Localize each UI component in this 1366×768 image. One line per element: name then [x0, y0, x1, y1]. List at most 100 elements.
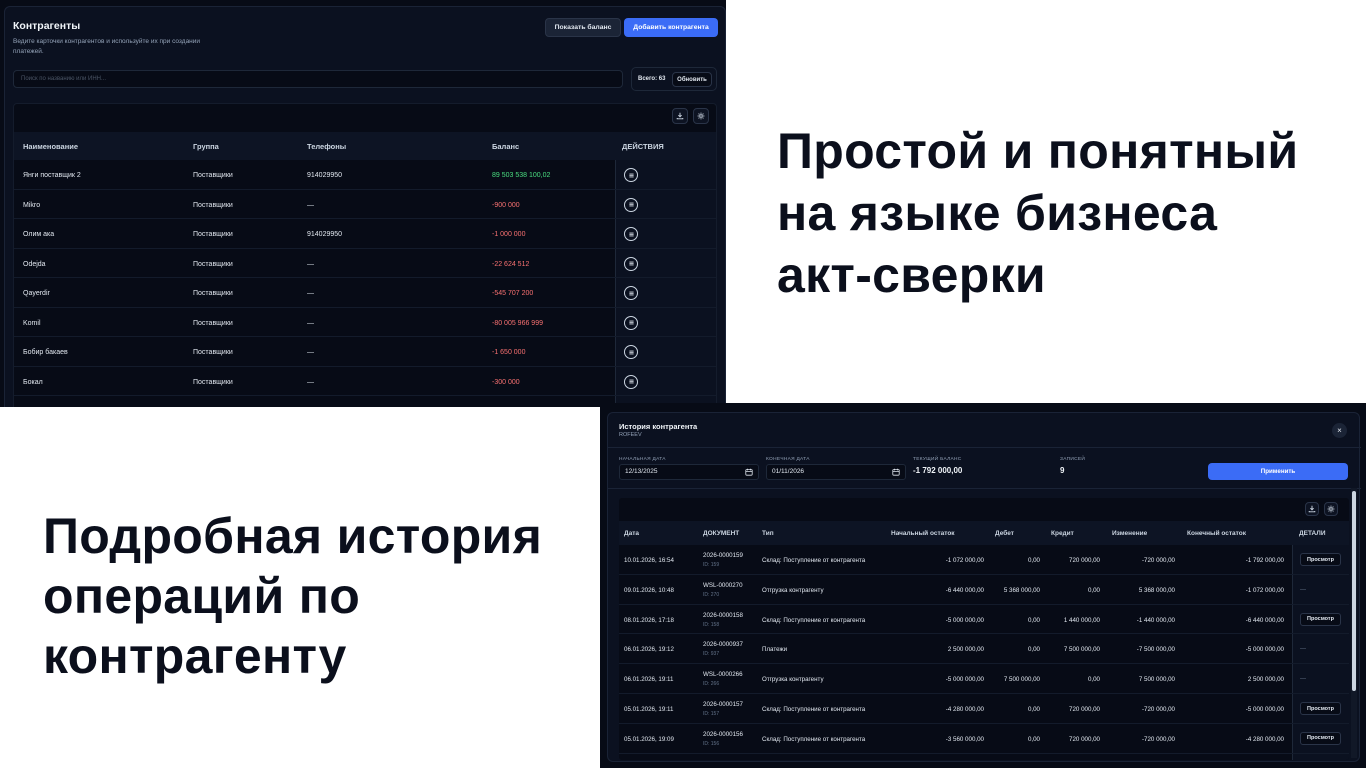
change-value: -720 000,00 — [1141, 735, 1175, 743]
document-number[interactable]: 2026-0000159 — [703, 552, 743, 559]
document-number[interactable]: WSL-0000270 — [703, 582, 743, 589]
view-button[interactable]: Просмотр — [1300, 702, 1341, 715]
change-value: 7 500 000,00 — [1138, 676, 1175, 684]
operation-type: Склад: Поступление от контрагента — [762, 616, 866, 624]
counterparties-table: Наименование Группа Телефоны Баланс ДЕЙС… — [13, 103, 717, 407]
column-header[interactable]: Телефоны — [307, 142, 346, 151]
apply-button[interactable]: Применить — [1208, 463, 1348, 480]
counterparty-name[interactable]: Qayerdir — [23, 290, 50, 297]
table-row[interactable]: 06.01.2026, 19:11 WSL-0000266 ID: 266 Отгру… — [619, 664, 1349, 694]
table-row[interactable]: Komil Поставщики — -80 005 966 999 — [14, 308, 716, 337]
counterparty-phone: 914029950 — [307, 172, 343, 179]
end-balance: -1 072 000,00 — [1245, 586, 1284, 594]
view-button[interactable]: Просмотр — [1300, 553, 1341, 566]
column-header[interactable]: Наименование — [23, 142, 78, 151]
column-header[interactable]: Начальный остаток — [891, 530, 955, 537]
table-row[interactable]: 05.01.2026, 19:11 2026-0000157 ID: 157 Скла… — [619, 694, 1349, 724]
change-value: -1 440 000,00 — [1136, 616, 1175, 624]
table-row[interactable]: 06.01.2026, 19:12 2026-0000937 ID: 937 Плат… — [619, 634, 1349, 665]
menu-icon[interactable] — [624, 197, 638, 212]
gear-icon[interactable] — [1324, 502, 1338, 516]
view-button[interactable]: Просмотр — [1300, 731, 1341, 745]
counterparty-name[interactable]: Олим ака — [23, 231, 54, 238]
counterparty-group: Поставщики — [193, 231, 233, 238]
table-row[interactable]: Odejda Поставщики — -22 624 512 — [14, 249, 716, 278]
operation-type: Отгрузка контрагенту — [762, 586, 824, 594]
row-date: 05.01.2026, 19:09 — [624, 735, 674, 743]
current-balance-value: -1 792 000,00 — [913, 466, 963, 475]
scrollbar-thumb[interactable] — [1352, 491, 1356, 691]
table-row[interactable]: Бокал Поставщики — -300 000 — [14, 367, 716, 396]
menu-icon[interactable] — [624, 315, 638, 330]
empty-details: — — [1300, 586, 1306, 593]
column-header[interactable]: ДОКУМЕНТ — [703, 530, 739, 537]
document-id: ID: 937 — [703, 651, 720, 658]
records-label: ЗАПИСЕЙ — [1060, 457, 1086, 462]
counterparty-phone: — — [307, 290, 314, 297]
column-header[interactable]: Конечный остаток — [1187, 530, 1246, 537]
document-number[interactable]: 2026-0000937 — [703, 641, 743, 648]
row-date: 05.01.2026, 19:11 — [624, 706, 674, 713]
document-number[interactable]: WSL-0000266 — [703, 671, 743, 678]
credit-value: 720 000,00 — [1069, 735, 1100, 743]
view-button[interactable]: Просмотр — [1300, 612, 1341, 626]
refresh-button[interactable]: Обновить — [672, 72, 712, 87]
table-row[interactable]: 09.01.2026, 10:48 WSL-0000270 ID: 270 Отгру… — [619, 575, 1349, 605]
document-number[interactable]: 2026-0000157 — [703, 701, 743, 708]
document-number[interactable]: 2026-0000158 — [703, 612, 743, 619]
end-date-label: КОНЕЧНАЯ ДАТА — [766, 457, 810, 462]
show-balance-button[interactable]: Показать баланс — [545, 18, 621, 37]
menu-icon[interactable] — [624, 374, 638, 389]
table-row[interactable]: Mikro Поставщики — -900 000 — [14, 190, 716, 219]
search-input[interactable]: Поиск по названию или ИНН... — [13, 70, 623, 88]
column-header[interactable]: Дата — [624, 530, 639, 537]
column-header[interactable]: Баланс — [492, 142, 519, 151]
table-row[interactable]: Qayerdir Поставщики — -545 707 200 — [14, 278, 716, 308]
counterparty-phone: — — [307, 349, 314, 356]
menu-icon[interactable] — [624, 256, 638, 271]
credit-value: 0,00 — [1087, 586, 1100, 594]
table-row[interactable]: 05.01.2026, 19:09 2026-0000156 ID: 156 Скла… — [619, 724, 1349, 754]
headline-top-right: Простой и понятный на языке бизнеса акт-… — [777, 120, 1298, 306]
counterparty-name[interactable]: Mikro — [23, 202, 40, 209]
table-row[interactable]: 08.01.2026, 17:18 2026-0000158 ID: 158 Скла… — [619, 605, 1349, 635]
document-number[interactable]: 2026-0000156 — [703, 731, 743, 738]
column-header[interactable]: Дебет — [995, 530, 1014, 537]
counterparty-name[interactable]: Бокал — [23, 379, 43, 386]
menu-icon[interactable] — [624, 345, 638, 359]
gear-icon[interactable] — [693, 108, 709, 124]
close-icon[interactable]: × — [1332, 423, 1347, 438]
menu-icon[interactable] — [624, 168, 638, 182]
headline-line: Простой и понятный — [777, 123, 1299, 179]
menu-icon[interactable] — [624, 227, 638, 241]
column-header[interactable]: Изменение — [1112, 530, 1147, 537]
total-box: Всего: 63 Обновить — [631, 67, 717, 91]
change-value: -7 500 000,00 — [1136, 646, 1175, 654]
table-row[interactable]: 10.01.2026, 16:54 2026-0000159 ID: 159 Скла… — [619, 545, 1349, 575]
headline-line: контрагенту — [43, 628, 347, 684]
column-header[interactable]: Кредит — [1051, 530, 1074, 537]
table-row[interactable]: Янги поставщик 2 Поставщики 914029950 89 50… — [14, 160, 716, 190]
counterparty-name[interactable]: Odejda — [23, 261, 46, 268]
column-header[interactable]: Тип — [762, 530, 774, 537]
download-icon[interactable] — [1305, 502, 1319, 516]
credit-value: 720 000,00 — [1069, 706, 1100, 713]
start-date-input[interactable]: 12/13/2025 — [619, 464, 759, 480]
counterparty-name[interactable]: Янги поставщик 2 — [23, 172, 81, 179]
table-row[interactable]: Олим ака Поставщики 914029950 -1 000 000 — [14, 219, 716, 249]
counterparty-balance: -80 005 966 999 — [492, 319, 543, 327]
start-balance: -4 280 000,00 — [945, 706, 984, 713]
credit-value: 0,00 — [1087, 676, 1100, 684]
counterparty-name[interactable]: Komil — [23, 320, 41, 327]
table-row[interactable]: Бобир бакаев Поставщики — -1 650 000 — [14, 337, 716, 367]
end-date-input[interactable]: 01/11/2026 — [766, 464, 906, 480]
add-counterparty-button[interactable]: Добавить контрагента — [624, 18, 718, 37]
download-icon[interactable] — [672, 108, 688, 124]
menu-icon[interactable] — [624, 286, 638, 300]
page-title: Контрагенты — [13, 20, 81, 32]
start-date-label: НАЧАЛЬНАЯ ДАТА — [619, 457, 666, 462]
end-balance: -5 000 000,00 — [1245, 646, 1284, 654]
column-header[interactable]: Группа — [193, 142, 219, 151]
counterparty-name[interactable]: Бобир бакаев — [23, 349, 68, 356]
document-id: ID: 157 — [703, 711, 720, 717]
